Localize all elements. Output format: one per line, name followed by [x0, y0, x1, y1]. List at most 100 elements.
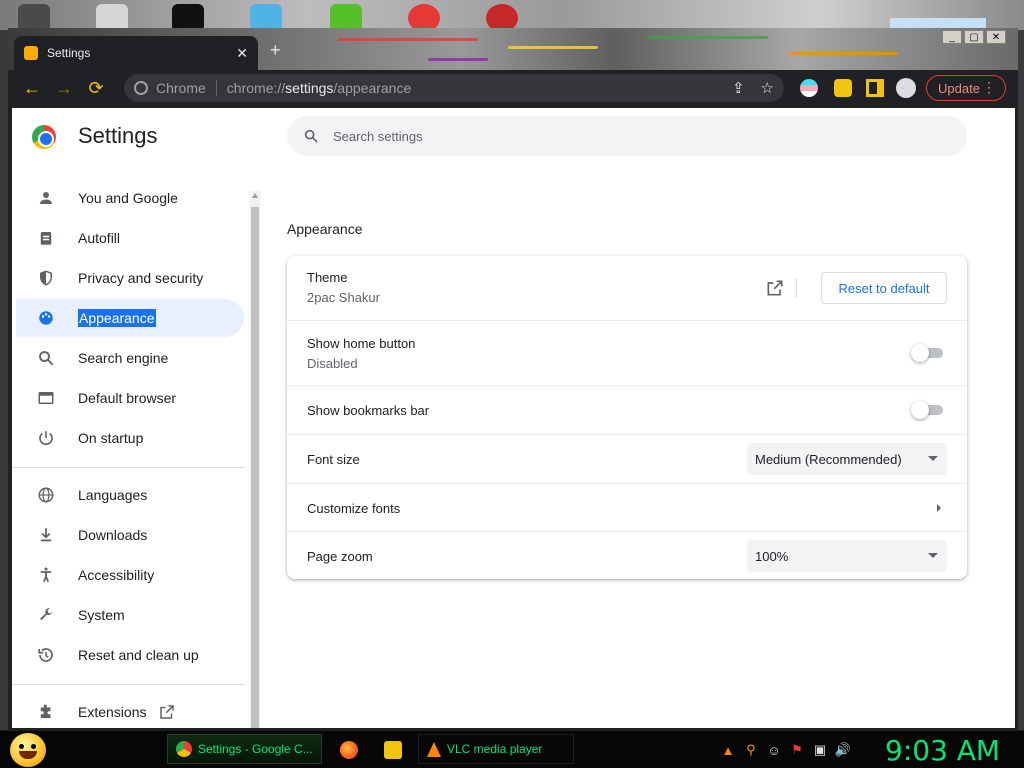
address-bar[interactable]: Chrome chrome:// settings /appearance ⇪ … [124, 74, 784, 102]
theme-decoration [788, 52, 898, 55]
sidebar-item-default-browser[interactable]: Default browser [16, 379, 244, 417]
minimize-button[interactable]: _ [942, 30, 962, 44]
scrollbar-thumb[interactable] [251, 207, 259, 728]
bookmarks-bar-label: Show bookmarks bar [307, 403, 430, 418]
extension-flag-icon[interactable] [800, 79, 818, 97]
section-title: Appearance [287, 221, 363, 237]
share-icon[interactable]: ⇪ [732, 79, 745, 97]
chrome-site-icon [134, 81, 148, 95]
sidebar-item-label: On startup [78, 430, 144, 446]
sidebar-item-autofill[interactable]: Autofill [16, 219, 244, 257]
shield-icon [36, 268, 56, 288]
firefox-icon[interactable] [340, 741, 358, 759]
history-icon [36, 645, 56, 665]
network-tray-icon[interactable]: ▣ [812, 742, 828, 758]
sidebar-item-you-and-google[interactable]: You and Google [16, 179, 244, 217]
home-button-value: Disabled [307, 356, 358, 371]
file-manager-icon[interactable] [384, 741, 402, 759]
desktop-shortcut-icon[interactable] [18, 4, 50, 30]
font-size-select[interactable]: Medium (Recommended) [747, 443, 947, 475]
row-separator [796, 278, 797, 298]
page-zoom-select[interactable]: 100% [747, 540, 947, 572]
scroll-up-arrow-icon[interactable] [252, 193, 258, 198]
title-bar[interactable]: Settings ✕ + _ ▢ ✕ [8, 28, 1018, 70]
emoji-tray-icon[interactable]: ☺ [766, 742, 782, 758]
sidebar-item-on-startup[interactable]: On startup [16, 419, 244, 457]
taskbar-item-chrome[interactable]: Settings - Google C... [167, 734, 322, 764]
sidebar-item-label: Reset and clean up [78, 647, 199, 663]
sidebar-item-privacy-and-security[interactable]: Privacy and security [16, 259, 244, 297]
taskbar-clock[interactable]: 9:03 AM [885, 734, 1000, 767]
reset-theme-button[interactable]: Reset to default [821, 272, 947, 304]
search-input[interactable] [333, 128, 933, 144]
person-icon [36, 188, 56, 208]
sidebar-item-search-engine[interactable]: Search engine [16, 339, 244, 377]
dev-icon[interactable] [486, 4, 518, 30]
settings-page: Settings You and Google Autofil [12, 108, 1015, 728]
font-size-value: Medium (Recommended) [755, 451, 902, 467]
close-window-button[interactable]: ✕ [986, 30, 1006, 44]
sidebar-item-accessibility[interactable]: Accessibility [16, 556, 244, 594]
power-icon [36, 428, 56, 448]
open-theme-external-icon[interactable] [765, 278, 785, 298]
taskbar-item-vlc[interactable]: VLC media player [418, 734, 574, 764]
sidebar-divider [12, 684, 244, 685]
update-button[interactable]: Update ⋮ [926, 75, 1006, 101]
extensions-puzzle-icon[interactable] [834, 79, 852, 97]
start-smiley-icon[interactable] [10, 733, 46, 767]
desktop-shortcut-icon[interactable] [96, 4, 128, 30]
sidebar-item-languages[interactable]: Languages [16, 476, 244, 514]
home-button-label: Show home button [307, 336, 416, 351]
theme-row: Theme 2pac Shakur Reset to default [287, 256, 967, 320]
settings-header: Settings [12, 108, 1015, 164]
terminal-icon[interactable] [172, 4, 204, 30]
bookmark-star-icon[interactable]: ☆ [761, 79, 774, 97]
search-box[interactable] [287, 116, 967, 156]
new-tab-button[interactable]: + [270, 40, 281, 61]
profile-avatar-icon[interactable] [896, 78, 916, 98]
sidebar-scrollbar[interactable] [250, 191, 260, 728]
url-path: /appearance [333, 80, 412, 96]
sidebar-item-appearance[interactable]: Appearance [16, 299, 244, 337]
bookmarks-bar-toggle[interactable] [911, 401, 943, 419]
dropdown-caret-icon [928, 553, 938, 558]
menu-kebab-icon[interactable]: ⋮ [982, 79, 996, 96]
page-zoom-row: Page zoom 100% [287, 531, 967, 579]
search-icon [304, 129, 318, 143]
sidebar-item-label: You and Google [78, 190, 178, 206]
desktop-shortcut-icon[interactable] [250, 4, 282, 30]
settings-favicon-icon [24, 46, 38, 60]
vlc-tray-icon[interactable]: ▲ [720, 742, 736, 758]
sidebar-item-label: Appearance [78, 309, 156, 327]
sidebar-item-downloads[interactable]: Downloads [16, 516, 244, 554]
desktop-shortcut-icon[interactable] [408, 4, 440, 30]
bookmarks-bar-row[interactable]: Show bookmarks bar [287, 385, 967, 434]
tab-close-icon[interactable]: ✕ [236, 45, 248, 62]
globe-icon [36, 485, 56, 505]
flag-tray-icon[interactable]: ⚑ [789, 742, 805, 758]
sidebar-item-label: Languages [78, 487, 148, 503]
side-panel-icon[interactable] [866, 79, 884, 97]
sidebar-item-extensions[interactable]: Extensions [16, 693, 244, 728]
external-link-icon [160, 705, 175, 719]
desktop-shortcut-icon[interactable] [890, 18, 986, 28]
forward-button[interactable]: → [48, 74, 80, 102]
sidebar-item-system[interactable]: System [16, 596, 244, 634]
reload-button[interactable]: ⟳ [80, 74, 112, 102]
browser-window: Settings ✕ + _ ▢ ✕ ← → ⟳ Chrome chrome:/… [8, 28, 1018, 730]
sidebar-item-reset-and-clean-up[interactable]: Reset and clean up [16, 636, 244, 674]
home-button-toggle[interactable] [911, 344, 943, 362]
search-tray-icon[interactable]: ⚲ [743, 742, 759, 758]
maximize-button[interactable]: ▢ [964, 30, 984, 44]
dropdown-caret-icon [928, 456, 938, 461]
customize-fonts-row[interactable]: Customize fonts [287, 483, 967, 531]
home-button-row[interactable]: Show home button Disabled [287, 320, 967, 385]
address-separator [215, 80, 217, 96]
volume-tray-icon[interactable]: 🔊 [835, 742, 851, 758]
tab-settings[interactable]: Settings ✕ [14, 36, 258, 70]
back-button[interactable]: ← [16, 74, 48, 102]
toggle-knob [911, 344, 929, 362]
font-size-row: Font size Medium (Recommended) [287, 434, 967, 483]
frog-icon[interactable] [330, 4, 362, 30]
theme-decoration [338, 38, 478, 41]
